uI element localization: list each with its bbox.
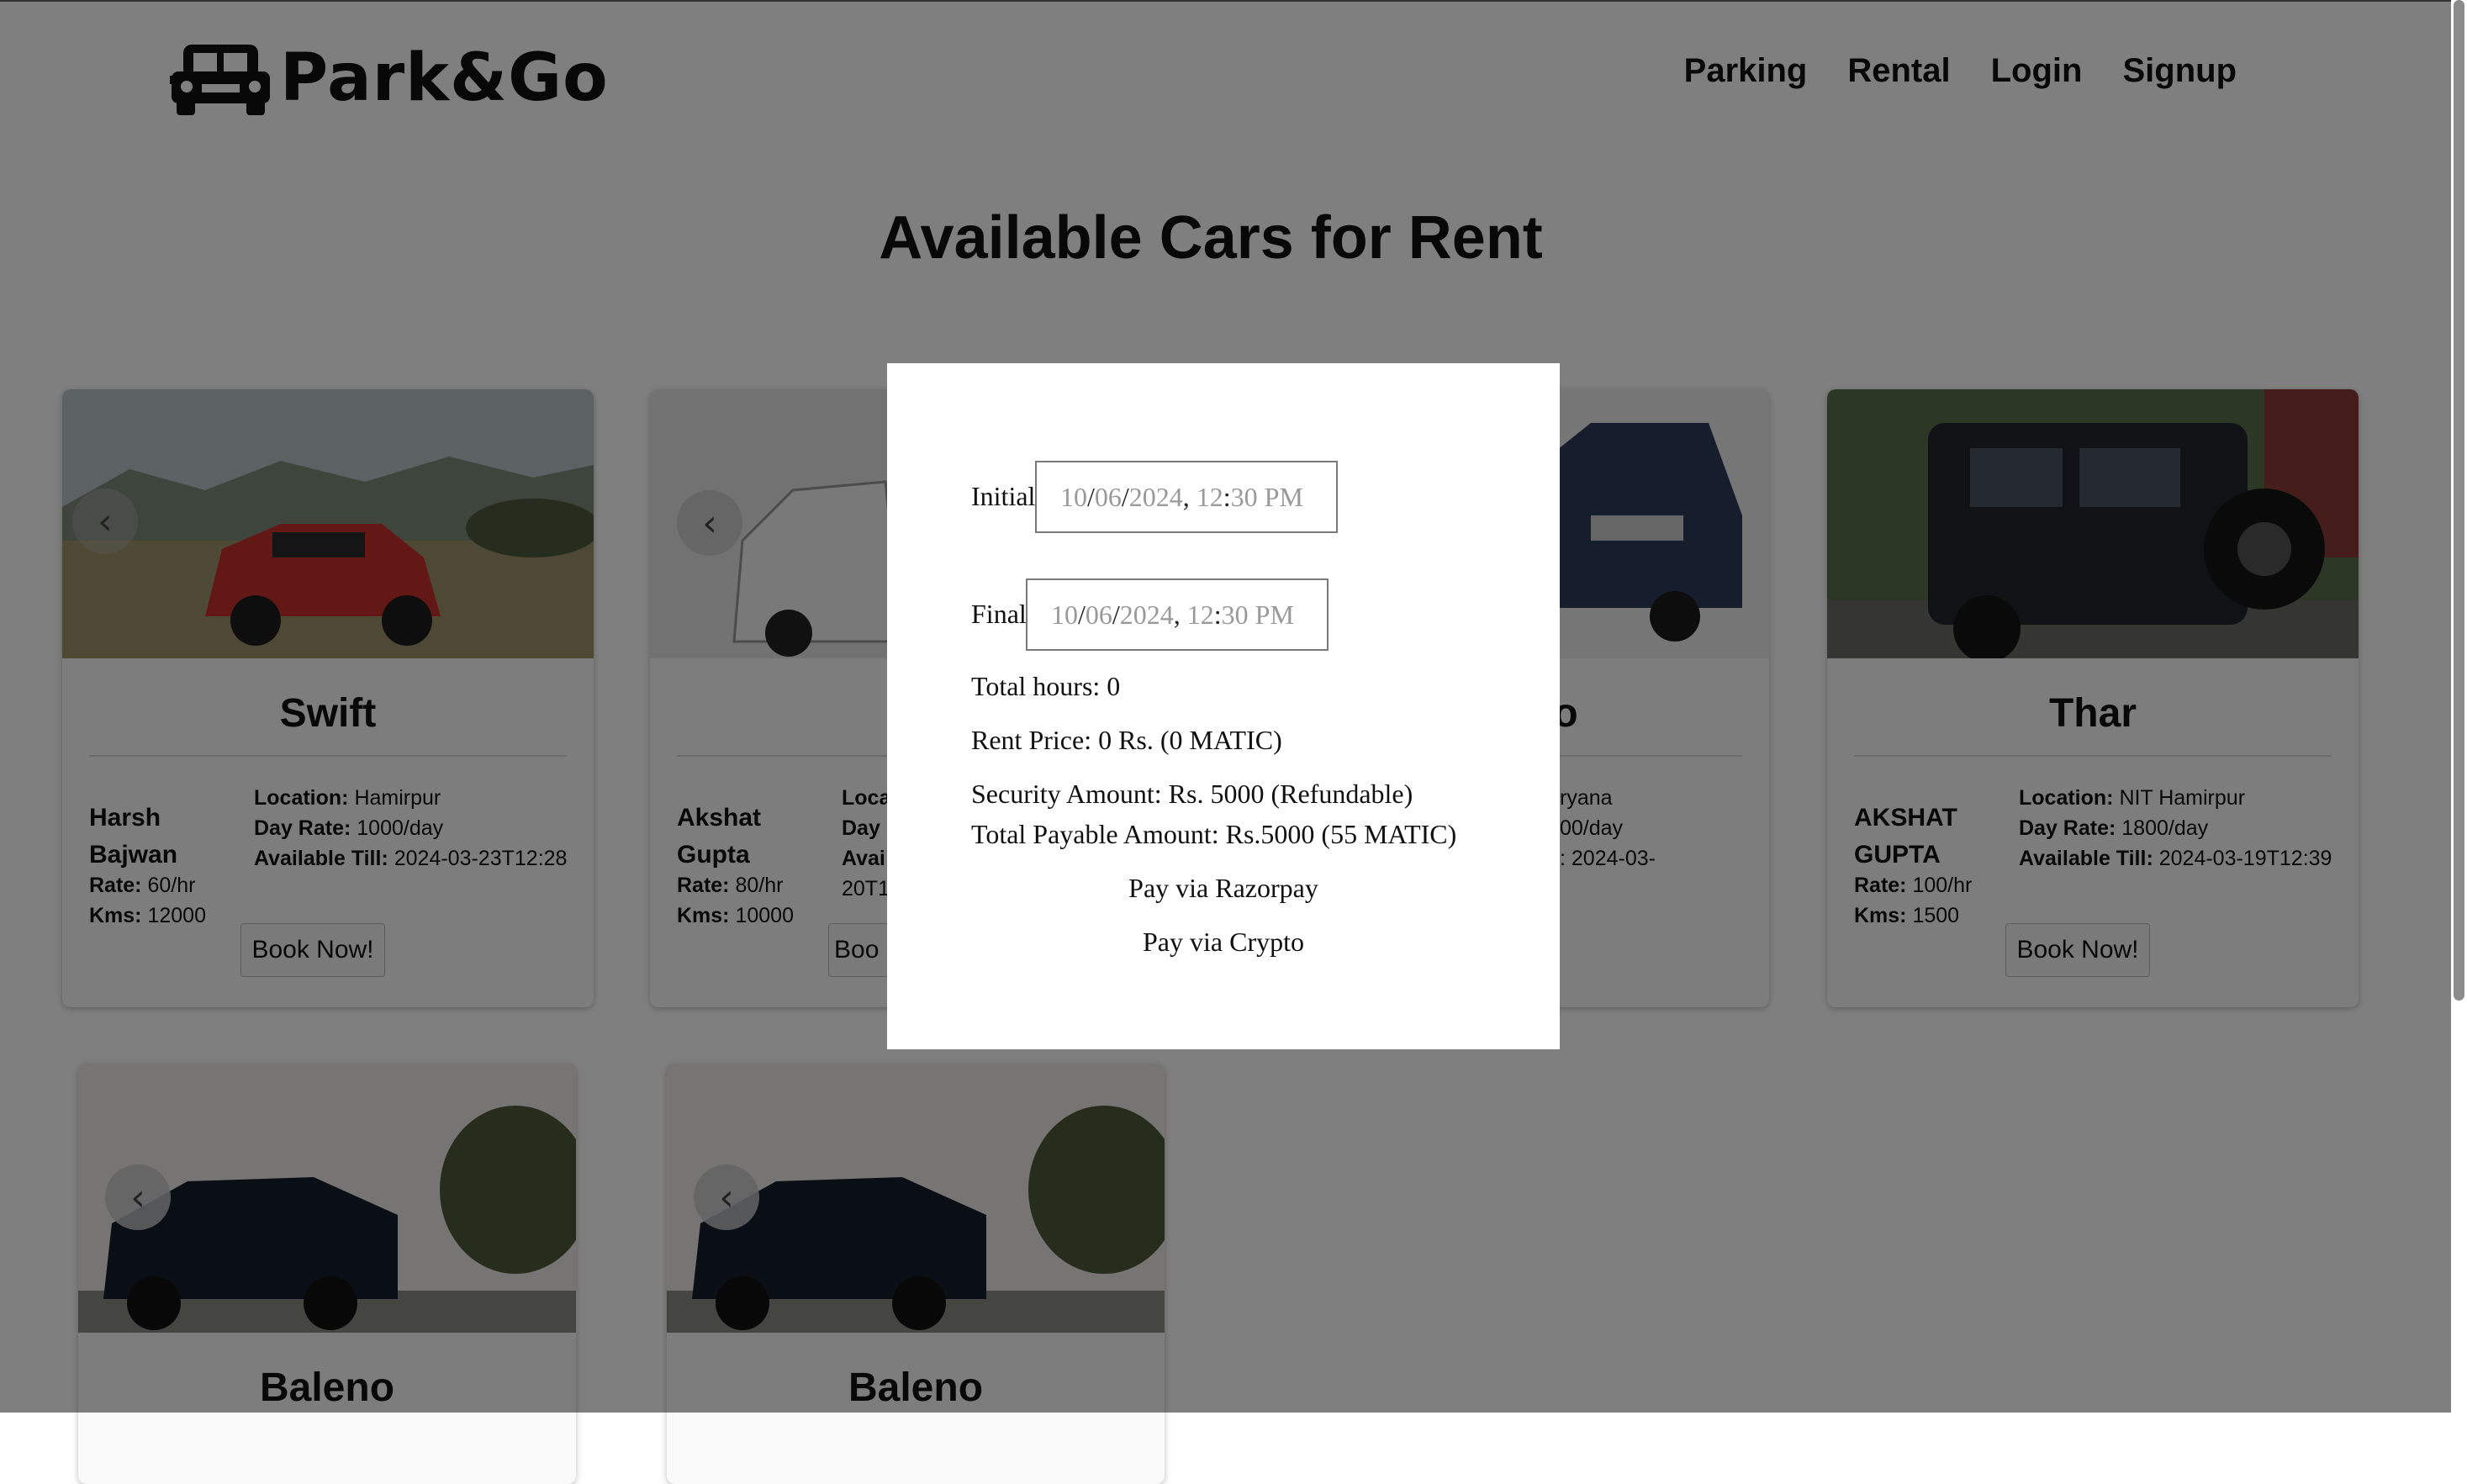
- booking-modal: Initial 10/06/2024, 12:30 PM Final 10/06…: [887, 363, 1560, 1049]
- final-day: 06: [1085, 599, 1112, 630]
- pay-crypto-button[interactable]: Pay via Crypto: [887, 927, 1560, 958]
- initial-minute-ampm: 30 PM: [1230, 481, 1303, 512]
- initial-label: Initial: [971, 481, 1036, 511]
- initial-year: 2024: [1128, 481, 1183, 512]
- final-datetime-input[interactable]: 10/06/2024, 12:30 PM: [1026, 578, 1329, 651]
- final-label: Final: [971, 599, 1027, 629]
- scrollbar-thumb[interactable]: [2454, 0, 2464, 1001]
- window-top-border: [0, 0, 2467, 2]
- total-hours: Total hours: 0: [971, 671, 1121, 701]
- final-year: 2024: [1119, 599, 1174, 630]
- final-minute-ampm: 30 PM: [1221, 599, 1294, 630]
- initial-month: 10: [1060, 481, 1087, 512]
- initial-hour: 12: [1196, 481, 1223, 512]
- pay-razorpay-button[interactable]: Pay via Razorpay: [887, 873, 1560, 904]
- final-hour: 12: [1186, 599, 1214, 630]
- security-amount: Security Amount: Rs. 5000 (Refundable): [971, 779, 1413, 809]
- initial-datetime-input[interactable]: 10/06/2024, 12:30 PM: [1035, 461, 1338, 533]
- rent-price: Rent Price: 0 Rs. (0 MATIC): [971, 725, 1282, 755]
- total-payable-amount: Total Payable Amount: Rs.5000 (55 MATIC): [971, 819, 1457, 849]
- final-month: 10: [1051, 599, 1078, 630]
- initial-day: 06: [1094, 481, 1122, 512]
